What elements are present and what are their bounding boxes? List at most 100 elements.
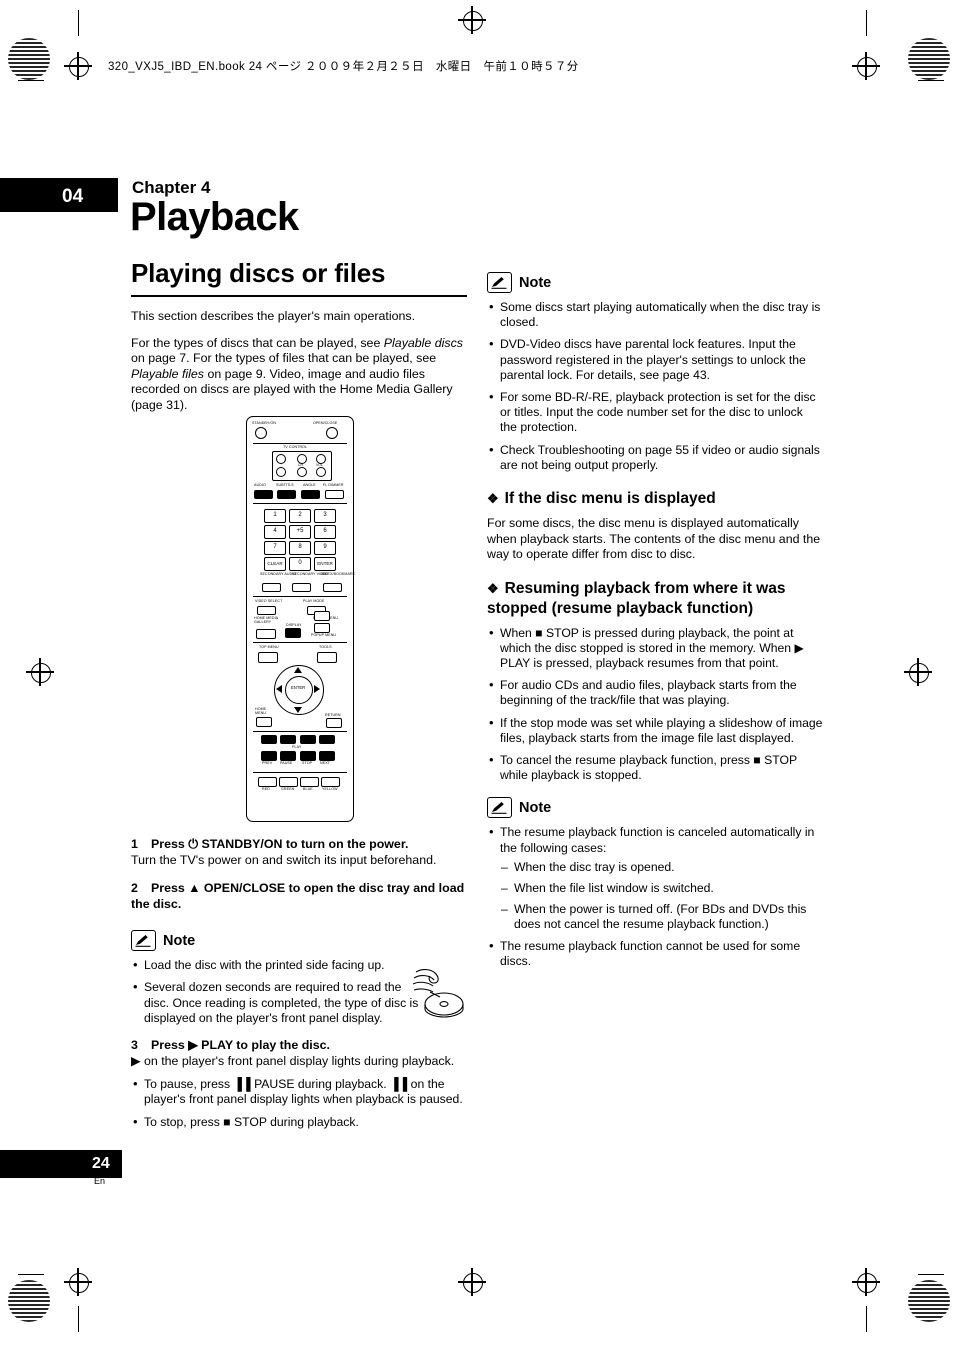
remote-dpad-arrows-horizontal — [276, 685, 320, 693]
remote-up-arrow-button[interactable] — [314, 611, 330, 621]
bullet-item: To cancel the resume playback function, … — [487, 752, 823, 783]
remote-label-play-mode: PLAY MODE — [303, 599, 325, 603]
remote-label-subtitle: SUBTITLE — [276, 483, 294, 487]
note-heading-right-1: Note — [487, 272, 823, 293]
subheading-disc-menu-text: If the disc menu is displayed — [504, 490, 716, 508]
crop-crosshair-left-mid — [26, 658, 54, 686]
remote-tv-vol-down-button[interactable] — [316, 467, 326, 477]
remote-blue-button[interactable] — [300, 777, 319, 787]
remote-scan-reverse-button[interactable] — [261, 735, 277, 744]
remote-key-7[interactable]: 7 — [264, 541, 286, 555]
remote-secondary-video-button[interactable] — [292, 583, 311, 592]
remote-label-open-close: OPEN/CLOSE — [313, 421, 338, 425]
right-column: Note Some discs start playing automatica… — [487, 268, 823, 981]
remote-top-menu-button[interactable] — [258, 652, 278, 663]
remote-label-pause: PAUSE — [280, 761, 293, 765]
remote-pause-button[interactable] — [280, 751, 296, 761]
remote-key-0[interactable]: 0 — [289, 557, 311, 571]
chapter-tab-bar — [0, 178, 118, 212]
remote-home-menu-button[interactable] — [256, 717, 272, 727]
registration-mark-bottom-right — [908, 1280, 950, 1322]
remote-step-forward-button[interactable] — [300, 735, 316, 744]
note-list-right-2-tail: The resume playback function cannot be u… — [487, 938, 823, 969]
remote-key-2[interactable]: 2 — [289, 509, 311, 523]
step-1-number: 1 — [131, 837, 138, 851]
remote-label-top-menu: TOP MENU — [259, 645, 279, 649]
step-3-description: ▶ on the player's front panel display li… — [131, 1053, 455, 1068]
remote-tv-ch-down-button[interactable] — [297, 467, 307, 477]
remote-stop-button[interactable] — [300, 751, 316, 761]
remote-down-arrow-button[interactable] — [314, 623, 330, 633]
intro2-italic-2: Playable files — [131, 366, 205, 381]
page-title: Playing discs or files — [131, 258, 386, 288]
note-title-right-1: Note — [519, 274, 552, 291]
remote-enter-button[interactable]: ENTER — [314, 557, 336, 571]
step-2-number: 2 — [131, 881, 138, 896]
remote-open-close-button[interactable] — [326, 427, 338, 439]
remote-divider-1 — [253, 443, 347, 444]
remote-label-display: DISPLAY — [286, 623, 302, 627]
remote-secondary-audio-button[interactable] — [262, 583, 281, 592]
crop-crosshair-bottom-center — [458, 1268, 486, 1296]
chapter-title: Playback — [130, 195, 299, 239]
remote-key-8[interactable]: 8 — [289, 541, 311, 555]
remote-tv-power-button[interactable] — [276, 454, 286, 464]
remote-step-reverse-button[interactable] — [280, 735, 296, 744]
remote-fl-dimmer-button[interactable] — [325, 490, 344, 499]
step-1-text: Press ⏻ STANDBY/ON to turn on the power. — [151, 837, 409, 851]
remote-clear-button[interactable]: CLEAR — [264, 557, 286, 571]
remote-angle-button[interactable] — [301, 490, 320, 499]
remote-standby-button[interactable] — [255, 427, 267, 439]
crop-line-top-right-v — [866, 10, 867, 36]
remote-label-ch: CH — [298, 463, 303, 467]
remote-video-select-button[interactable] — [257, 606, 276, 615]
pencil-glyph — [491, 801, 507, 814]
pencil-glyph — [135, 934, 151, 947]
note-pencil-icon — [487, 797, 512, 819]
remote-red-button[interactable] — [258, 777, 277, 787]
remote-tv-input-button[interactable] — [276, 467, 286, 477]
page-language-code: En — [94, 1176, 106, 1186]
remote-key-9[interactable]: 9 — [314, 541, 336, 555]
dash-item: When the file list window is switched. — [500, 881, 823, 896]
remote-key-1[interactable]: 1 — [264, 509, 286, 523]
intro-paragraph-1: This section describes the player's main… — [131, 309, 416, 323]
step-2: 2 Press ▲ OPEN/CLOSE to open the disc tra… — [131, 881, 467, 912]
remote-label-vol: VOL — [316, 463, 323, 467]
registration-mark-top-left — [8, 38, 50, 80]
remote-key-4[interactable]: 4 — [264, 525, 286, 539]
remote-display-button[interactable] — [285, 628, 301, 638]
remote-subtitle-button[interactable] — [277, 490, 296, 499]
crop-line-bottom-left-h — [18, 1274, 44, 1275]
crop-crosshair-top-left — [64, 52, 92, 80]
subheading-disc-menu: ❖ If the disc menu is displayed — [487, 489, 823, 509]
subheading-resume-playback: ❖ Resuming playback from where it was sto… — [487, 579, 823, 619]
remote-scan-forward-button[interactable] — [319, 735, 335, 744]
remote-green-button[interactable] — [279, 777, 298, 787]
resume-playback-bullets: When ■ STOP is pressed during playback, … — [487, 625, 823, 784]
note-pencil-icon — [487, 272, 512, 293]
disc-handling-illustration — [412, 969, 464, 1018]
remote-tools-button[interactable] — [317, 652, 337, 663]
title-underline — [131, 295, 467, 297]
remote-key-6[interactable]: 6 — [314, 525, 336, 539]
remote-index-bookmark-button[interactable] — [323, 583, 342, 592]
remote-next-button[interactable] — [319, 751, 335, 761]
remote-return-button[interactable] — [326, 718, 342, 728]
bullet-pause: To pause, press ▐▐ PAUSE during playback… — [131, 1076, 467, 1107]
crop-line-bottom-right-v — [866, 1306, 867, 1332]
remote-divider-3 — [253, 596, 347, 597]
book-header-line: 320_VXJ5_IBD_EN.book 24 ページ ２００９年２月２５日 水… — [108, 61, 579, 73]
remote-key-3[interactable]: 3 — [314, 509, 336, 523]
crop-crosshair-bottom-right — [852, 1268, 880, 1296]
remote-prev-button[interactable] — [261, 751, 277, 761]
remote-home-media-gallery-button[interactable] — [256, 629, 276, 639]
remote-label-fl-dimmer: FL DIMMER — [323, 483, 344, 487]
note-pencil-icon — [131, 930, 156, 952]
remote-audio-button[interactable] — [254, 490, 273, 499]
remote-yellow-button[interactable] — [321, 777, 340, 787]
step-3: 3 Press ▶ PLAY to play the disc. — [131, 1038, 467, 1054]
note-item: Some discs start playing automatically w… — [487, 299, 823, 330]
remote-label-blue: BLUE — [303, 787, 313, 791]
remote-key-5[interactable]: +5 — [289, 525, 311, 539]
